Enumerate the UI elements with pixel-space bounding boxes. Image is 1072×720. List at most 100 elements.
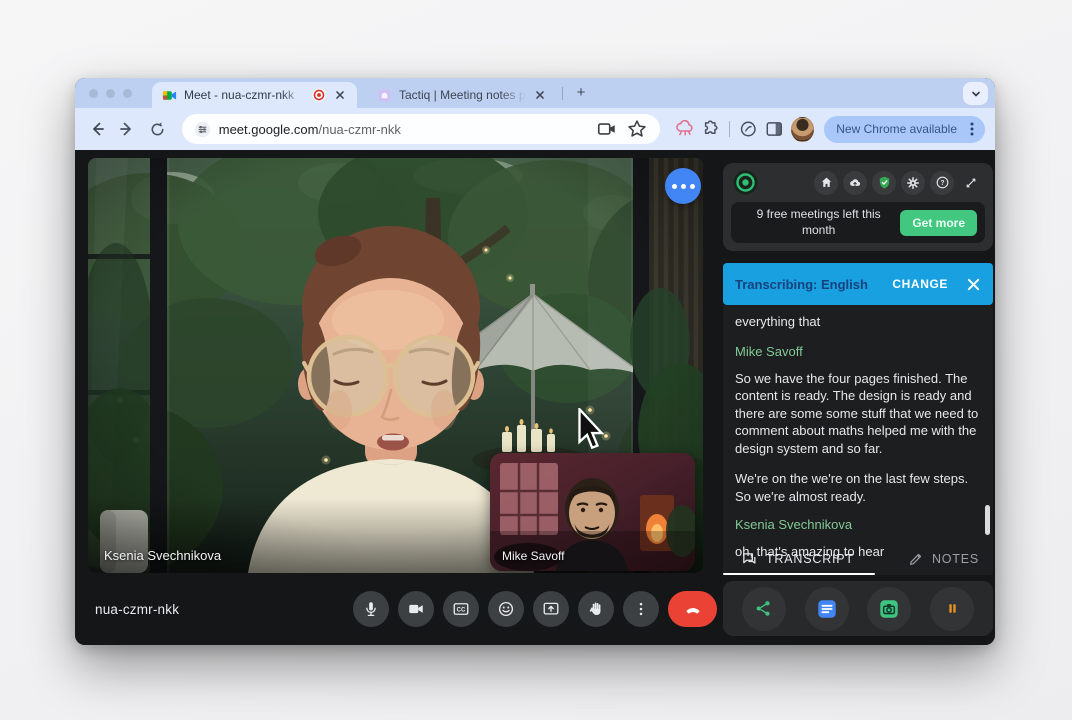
expand-diagonal-icon xyxy=(964,176,978,190)
transcript-icon xyxy=(741,551,758,568)
camera-icon[interactable] xyxy=(596,118,618,140)
reactions-button[interactable] xyxy=(488,591,524,627)
new-chrome-button[interactable]: New Chrome available xyxy=(824,116,985,143)
raise-hand-icon xyxy=(587,600,605,618)
address-bar[interactable]: meet.google.com/nua-czmr-nkk xyxy=(182,114,660,144)
back-button[interactable] xyxy=(85,116,109,142)
star-icon[interactable] xyxy=(626,118,648,140)
mic-button[interactable] xyxy=(353,591,389,627)
meeting-code: nua-czmr-nkk xyxy=(95,602,179,617)
share-button[interactable] xyxy=(742,587,786,631)
emoji-icon xyxy=(497,600,515,618)
screenshot-icon xyxy=(878,598,900,620)
home-button[interactable] xyxy=(814,171,838,195)
svg-text:CC: CC xyxy=(457,608,466,614)
raise-hand-button[interactable] xyxy=(578,591,614,627)
cloud-upload-icon xyxy=(848,176,862,190)
forward-button[interactable] xyxy=(115,116,139,142)
change-language-button[interactable]: CHANGE xyxy=(892,277,948,291)
tab-tactiq[interactable]: Tactiq | Meeting notes powe xyxy=(367,82,557,108)
chat-dots-widget[interactable] xyxy=(665,168,701,204)
free-meetings-card: 9 free meetings left this month Get more xyxy=(731,202,985,243)
end-call-button[interactable] xyxy=(668,591,717,627)
tactiq-header-panel: ? 9 free meetings left thi xyxy=(723,163,993,251)
extension-pink-icon[interactable] xyxy=(674,118,695,140)
meet-content: Ksenia Svechnikova xyxy=(75,150,995,645)
tab-notes[interactable]: NOTES xyxy=(908,551,979,567)
shield-check-icon xyxy=(877,175,892,190)
transcript-line: So we have the four pages finished. The … xyxy=(735,370,981,458)
meet-favicon xyxy=(162,88,177,103)
tactiq-logo xyxy=(733,170,758,195)
avatar[interactable] xyxy=(791,117,814,142)
transcript-line: everything that xyxy=(735,313,981,331)
circle-slash-icon[interactable] xyxy=(738,118,759,140)
docs-export-button[interactable] xyxy=(805,587,849,631)
browser-window: Meet - nua-czmr-nkk Tactiq | Meeting not… xyxy=(75,78,995,645)
screenshot-button[interactable] xyxy=(867,587,911,631)
shield-check-button[interactable] xyxy=(872,171,896,195)
pip-name-label: Mike Savoff xyxy=(502,549,564,563)
home-icon xyxy=(820,176,833,189)
mouse-cursor xyxy=(576,408,604,450)
transcript-speaker: Mike Savoff xyxy=(735,344,981,359)
cloud-upload-button[interactable] xyxy=(843,171,867,195)
browser-toolbar: meet.google.com/nua-czmr-nkk xyxy=(75,108,995,150)
main-video-tile[interactable]: Ksenia Svechnikova xyxy=(88,158,703,573)
docs-icon xyxy=(816,598,838,620)
videocam-button[interactable] xyxy=(398,591,434,627)
tab-meet[interactable]: Meet - nua-czmr-nkk xyxy=(152,82,357,108)
close-icon[interactable] xyxy=(333,88,347,102)
back-icon xyxy=(88,120,106,138)
url-text: meet.google.com/nua-czmr-nkk xyxy=(219,122,588,137)
tab-transcript[interactable]: TRANSCRIPT xyxy=(741,551,854,568)
free-meetings-text: 9 free meetings left this month xyxy=(745,207,892,238)
videocam-icon xyxy=(407,600,425,618)
tab-notes-label: NOTES xyxy=(932,552,979,566)
end-call-icon xyxy=(683,599,703,619)
tab-search-button[interactable] xyxy=(963,82,988,105)
close-banner-icon[interactable] xyxy=(966,277,981,292)
collapse-panel-button[interactable] xyxy=(959,171,983,195)
pencil-icon xyxy=(908,551,924,567)
recording-indicator xyxy=(312,88,326,102)
sidebar-tabs: TRANSCRIPT NOTES xyxy=(723,543,993,575)
gear-icon xyxy=(906,176,920,190)
tab-title: Meet - nua-czmr-nkk xyxy=(184,88,305,102)
share-icon xyxy=(754,599,773,618)
chevron-down-icon xyxy=(970,88,982,100)
captions-button[interactable]: CC xyxy=(443,591,479,627)
settings-button[interactable] xyxy=(901,171,925,195)
transcribing-label: Transcribing: English xyxy=(735,277,884,292)
tactiq-favicon xyxy=(377,88,392,103)
more-options-button[interactable] xyxy=(623,591,659,627)
call-controls: CC xyxy=(353,591,717,627)
pause-recording-button[interactable] xyxy=(930,587,974,631)
help-button[interactable]: ? xyxy=(930,171,954,195)
transcript-panel[interactable]: everything that Mike Savoff So we have t… xyxy=(723,305,993,575)
tune-icon[interactable] xyxy=(194,121,211,138)
tactiq-action-bar xyxy=(723,581,993,636)
kebab-menu-icon[interactable] xyxy=(963,120,981,138)
tab-separator xyxy=(562,87,563,100)
reload-button[interactable] xyxy=(146,116,170,142)
transcript-scrollbar[interactable] xyxy=(985,505,990,535)
transcribing-banner: Transcribing: English CHANGE xyxy=(723,263,993,305)
window-controls[interactable] xyxy=(89,89,132,98)
close-icon[interactable] xyxy=(533,88,547,102)
get-more-button[interactable]: Get more xyxy=(900,210,977,236)
side-panel-icon[interactable] xyxy=(764,118,785,140)
tactiq-sidebar: ? 9 free meetings left thi xyxy=(723,163,993,251)
new-tab-button[interactable]: + xyxy=(573,85,589,101)
present-button[interactable] xyxy=(533,591,569,627)
transcript-line: We're on the we're on the last few steps… xyxy=(735,470,981,505)
captions-icon: CC xyxy=(452,600,470,618)
pip-video-tile[interactable]: Mike Savoff xyxy=(490,453,695,571)
more-icon xyxy=(632,600,650,618)
active-tab-underline xyxy=(723,573,875,576)
tab-strip: Meet - nua-czmr-nkk Tactiq | Meeting not… xyxy=(75,78,995,108)
help-icon: ? xyxy=(935,175,950,190)
puzzle-icon[interactable] xyxy=(700,118,721,140)
url-host: meet.google.com xyxy=(219,122,319,137)
pause-icon xyxy=(943,599,962,618)
